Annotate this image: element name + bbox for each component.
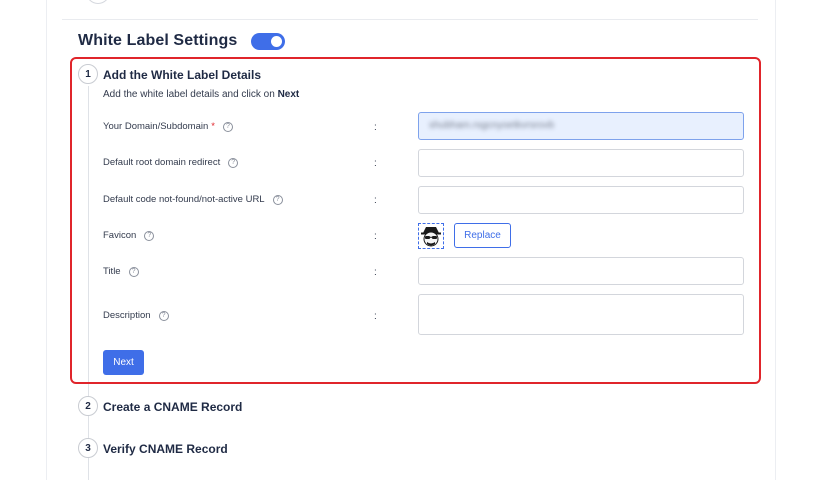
domain-label: Your Domain/Subdomain * ? — [103, 121, 233, 132]
description-label-text: Description — [103, 310, 151, 321]
step-2-title[interactable]: Create a CNAME Record — [103, 400, 242, 414]
help-icon[interactable]: ? — [222, 121, 233, 132]
help-icon[interactable]: ? — [144, 230, 155, 241]
domain-label-text: Your Domain/Subdomain — [103, 121, 209, 132]
description-label: Description ? — [103, 310, 169, 321]
not-found-url-label-text: Default code not-found/not-active URL — [103, 194, 265, 205]
step-1-number: 1 — [78, 64, 98, 84]
not-found-url-label: Default code not-found/not-active URL ? — [103, 194, 283, 205]
step-1-description: Add the white label details and click on… — [103, 89, 299, 100]
favicon-colon: : — [374, 231, 377, 242]
root-redirect-label-text: Default root domain redirect — [103, 157, 221, 168]
next-button[interactable]: Next — [103, 350, 144, 375]
toggle-knob — [271, 35, 283, 47]
root-redirect-colon: : — [374, 158, 377, 169]
white-label-toggle[interactable] — [251, 32, 286, 50]
title-label-text: Title — [103, 266, 121, 277]
step-1-title: Add the White Label Details — [103, 68, 262, 82]
help-icon[interactable]: ? — [158, 310, 169, 321]
step-3-title[interactable]: Verify CNAME Record — [103, 442, 228, 456]
title-label: Title ? — [103, 266, 139, 277]
title-input[interactable] — [418, 257, 744, 285]
help-icon[interactable]: ? — [128, 266, 139, 277]
help-icon[interactable]: ? — [272, 194, 283, 205]
step-1-description-bold: Next — [277, 89, 300, 100]
section-divider — [62, 19, 758, 20]
section-heading: White Label Settings — [78, 32, 286, 50]
step-3-number: 3 — [78, 438, 98, 458]
root-redirect-label: Default root domain redirect ? — [103, 157, 239, 168]
domain-colon: : — [374, 122, 377, 133]
step-1-description-text: Add the white label details and click on — [103, 89, 278, 100]
not-found-url-input[interactable] — [418, 186, 744, 214]
step-2-number: 2 — [78, 396, 98, 416]
favicon-label: Favicon ? — [103, 230, 155, 241]
title-colon: : — [374, 267, 377, 278]
favicon-label-text: Favicon — [103, 230, 137, 241]
spy-face-icon — [421, 227, 441, 247]
description-textarea[interactable] — [418, 294, 744, 335]
root-redirect-input[interactable] — [418, 149, 744, 177]
required-mark: * — [211, 121, 215, 132]
domain-input[interactable]: shubham.rsgcnyoetkvrsrovb — [418, 112, 744, 140]
page-title: White Label Settings — [78, 32, 238, 49]
domain-input-value: shubham.rsgcnyoetkvrsrovb — [429, 120, 555, 131]
not-found-url-colon: : — [374, 195, 377, 206]
favicon-preview-icon — [418, 223, 444, 249]
help-icon[interactable]: ? — [228, 157, 239, 168]
replace-favicon-button[interactable]: Replace — [454, 223, 511, 248]
description-colon: : — [374, 311, 377, 322]
